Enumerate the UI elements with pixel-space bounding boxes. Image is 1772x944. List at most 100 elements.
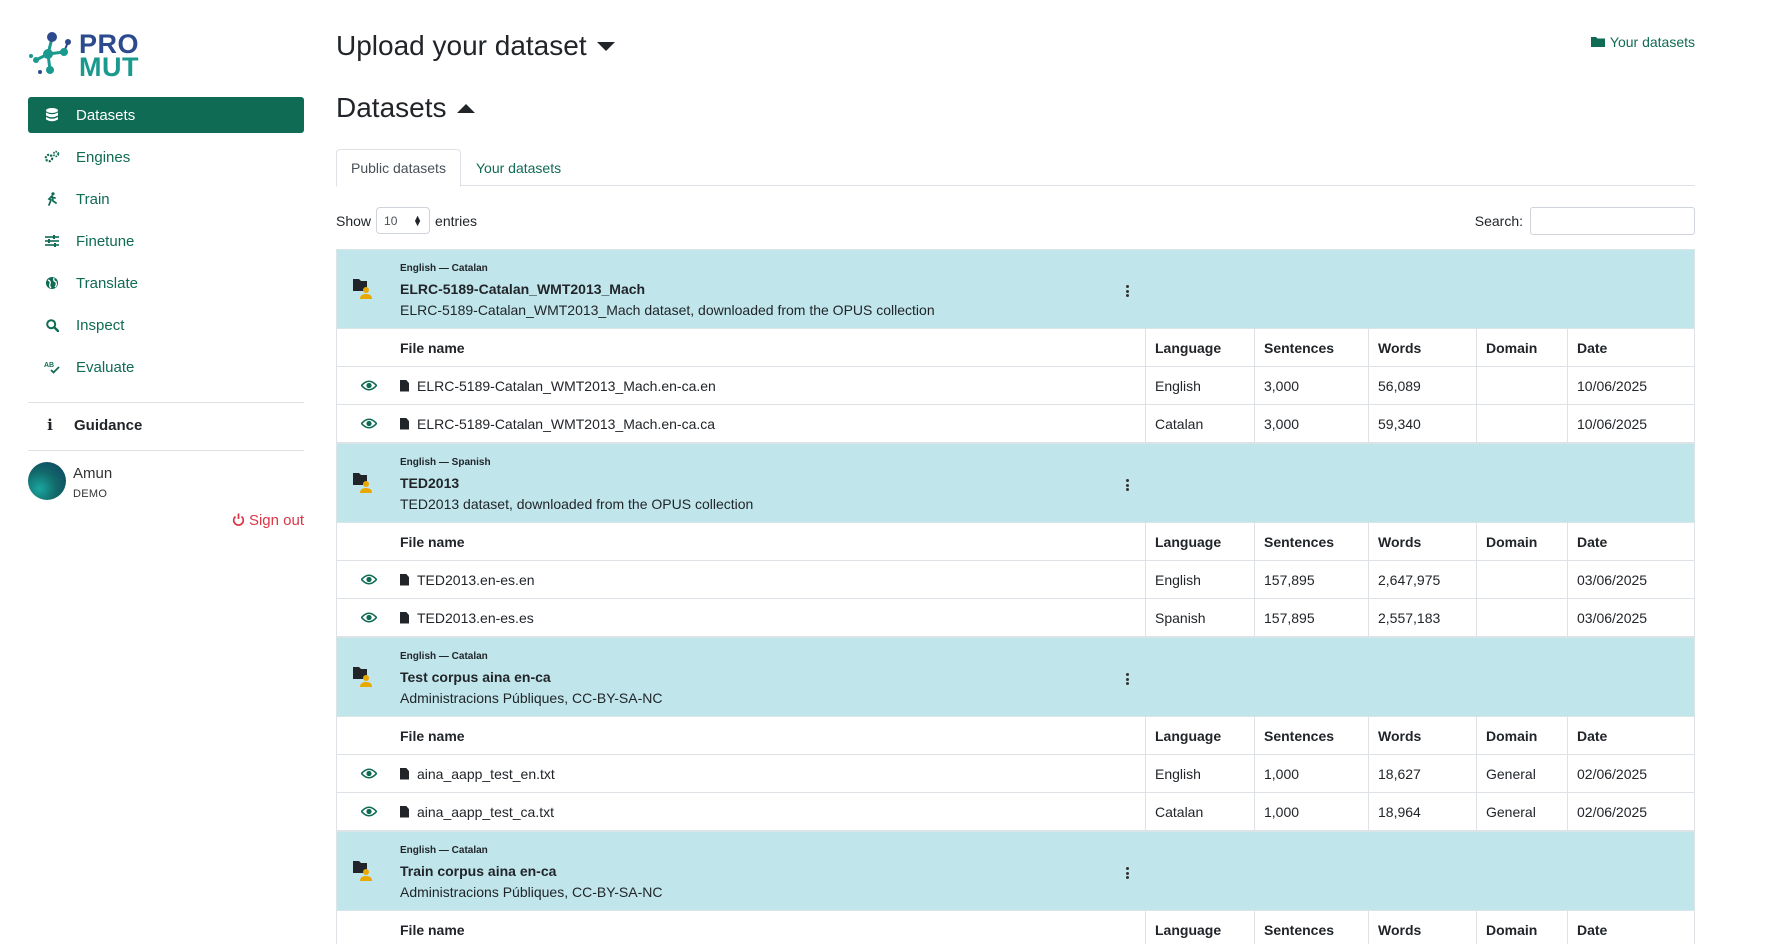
database-icon	[42, 105, 62, 125]
column-header-words[interactable]: Words	[1368, 911, 1476, 944]
page-size-select[interactable]: 10 ▲ ▼	[376, 207, 431, 234]
cell-words: 2,557,183	[1368, 599, 1476, 636]
search-input[interactable]	[1530, 207, 1695, 235]
dataset-header[interactable]: English — Catalan ELRC-5189-Catalan_WMT20…	[336, 249, 1695, 329]
shared-folder-icon	[353, 859, 375, 883]
guidance-label: Guidance	[74, 416, 143, 434]
eye-icon[interactable]	[359, 610, 378, 626]
column-header-words[interactable]: Words	[1368, 523, 1476, 560]
column-header-language[interactable]: Language	[1145, 523, 1254, 560]
cell-sentences: 1,000	[1254, 755, 1368, 792]
column-header-words[interactable]: Words	[1368, 329, 1476, 366]
cell-words: 18,964	[1368, 793, 1476, 830]
dataset-options-icon[interactable]	[1122, 281, 1132, 301]
shared-folder-icon	[353, 665, 375, 689]
page-size-value: 10	[384, 213, 398, 228]
sidebar-divider	[28, 402, 304, 403]
cell-date: 03/06/2025	[1567, 561, 1695, 598]
power-icon	[232, 513, 245, 529]
promut-logo[interactable]: PRO MUT	[28, 30, 148, 81]
search-label: Search:	[1474, 213, 1523, 229]
cell-words: 18,627	[1368, 755, 1476, 792]
datasets-toggle[interactable]: Datasets	[336, 92, 475, 124]
dataset-header[interactable]: English — Spanish TED2013 TED2013 dataset,…	[336, 443, 1695, 523]
dataset-languages: English — Spanish	[400, 457, 491, 468]
sidebar-item-finetune[interactable]: Finetune	[28, 223, 304, 259]
column-header-file[interactable]: File name	[400, 523, 1145, 560]
column-header-date[interactable]: Date	[1567, 717, 1695, 754]
cell-sentences: 1,000	[1254, 793, 1368, 830]
column-header-date[interactable]: Date	[1567, 329, 1695, 366]
column-header-language[interactable]: Language	[1145, 329, 1254, 366]
sliders-icon	[42, 231, 62, 251]
column-header-sentences[interactable]: Sentences	[1254, 911, 1368, 944]
column-header-language[interactable]: Language	[1145, 911, 1254, 944]
cell-language: English	[1145, 755, 1254, 792]
dataset-header[interactable]: English — Catalan Train corpus aina en-ca…	[336, 831, 1695, 911]
cell-date: 02/06/2025	[1567, 793, 1695, 830]
eye-icon[interactable]	[359, 804, 378, 820]
file-icon	[400, 379, 409, 392]
column-header-language[interactable]: Language	[1145, 717, 1254, 754]
table-row: ELRC-5189-Catalan_WMT2013_Mach.en-ca.en E…	[336, 367, 1695, 405]
upload-dataset-toggle[interactable]: Upload your dataset	[336, 30, 615, 62]
table-row: ELRC-5189-Catalan_WMT2013_Mach.en-ca.ca C…	[336, 405, 1695, 443]
avatar[interactable]	[28, 462, 66, 500]
file-icon	[400, 767, 409, 780]
sidebar-item-translate[interactable]: Translate	[28, 265, 304, 301]
table-header-row: File name Language Sentences Words Domain Dat…	[336, 717, 1695, 755]
dataset-name: TED2013	[400, 475, 460, 491]
sidebar-item-evaluate[interactable]: AB Evaluate	[28, 349, 304, 385]
dataset-name: Test corpus aina en-ca	[400, 669, 551, 685]
search-icon	[42, 315, 62, 335]
cell-date: 03/06/2025	[1567, 599, 1695, 636]
column-header-sentences[interactable]: Sentences	[1254, 523, 1368, 560]
column-header-sentences[interactable]: Sentences	[1254, 717, 1368, 754]
column-header-words[interactable]: Words	[1368, 717, 1476, 754]
shared-folder-icon	[353, 277, 375, 301]
dataset-options-icon[interactable]	[1122, 475, 1132, 495]
sidebar-item-guidance[interactable]: i Guidance	[28, 410, 304, 440]
sidebar-item-label: Inspect	[76, 316, 125, 334]
tab-public-datasets[interactable]: Public datasets	[336, 149, 461, 187]
main-nav: Datasets Engines Train Finetune Translat…	[28, 97, 304, 391]
cell-domain: General	[1476, 793, 1567, 830]
your-datasets-link[interactable]: Your datasets	[1590, 34, 1695, 50]
user-name: Amun	[73, 465, 113, 482]
column-header-sentences[interactable]: Sentences	[1254, 329, 1368, 366]
eye-icon[interactable]	[359, 572, 378, 588]
spellcheck-icon: AB	[42, 357, 62, 377]
cell-domain	[1476, 599, 1567, 636]
column-header-date[interactable]: Date	[1567, 911, 1695, 944]
table-header-row: File name Language Sentences Words Domain Dat…	[336, 523, 1695, 561]
table-header-row: File name Language Sentences Words Domain Dat…	[336, 911, 1695, 944]
datasets-table: English — Catalan ELRC-5189-Catalan_WMT20…	[336, 249, 1695, 944]
eye-icon[interactable]	[359, 766, 378, 782]
dataset-options-icon[interactable]	[1122, 669, 1132, 689]
column-header-file[interactable]: File name	[400, 329, 1145, 366]
show-label: Show	[336, 212, 372, 229]
column-header-domain[interactable]: Domain	[1476, 717, 1567, 754]
column-header-date[interactable]: Date	[1567, 523, 1695, 560]
cell-language: Catalan	[1145, 793, 1254, 830]
column-header-domain[interactable]: Domain	[1476, 523, 1567, 560]
table-row: aina_aapp_test_en.txt English 1,000 18,627 G…	[336, 755, 1695, 793]
dataset-options-icon[interactable]	[1122, 863, 1132, 883]
sidebar-item-label: Evaluate	[76, 358, 135, 376]
user-role: DEMO	[73, 488, 108, 500]
shared-folder-icon	[353, 471, 375, 495]
info-icon: i	[47, 416, 53, 434]
column-header-domain[interactable]: Domain	[1476, 911, 1567, 944]
column-header-file[interactable]: File name	[400, 911, 1145, 944]
sidebar-item-train[interactable]: Train	[28, 181, 304, 217]
dataset-header[interactable]: English — Catalan Test corpus aina en-ca A…	[336, 637, 1695, 717]
sidebar-item-datasets[interactable]: Datasets	[28, 97, 304, 133]
sidebar-item-inspect[interactable]: Inspect	[28, 307, 304, 343]
eye-icon[interactable]	[359, 378, 378, 394]
tab-your-datasets[interactable]: Your datasets	[462, 149, 575, 186]
sidebar-item-engines[interactable]: Engines	[28, 139, 304, 175]
sign-out-button[interactable]: Sign out	[232, 512, 304, 529]
column-header-file[interactable]: File name	[400, 717, 1145, 754]
column-header-domain[interactable]: Domain	[1476, 329, 1567, 366]
eye-icon[interactable]	[359, 416, 378, 432]
